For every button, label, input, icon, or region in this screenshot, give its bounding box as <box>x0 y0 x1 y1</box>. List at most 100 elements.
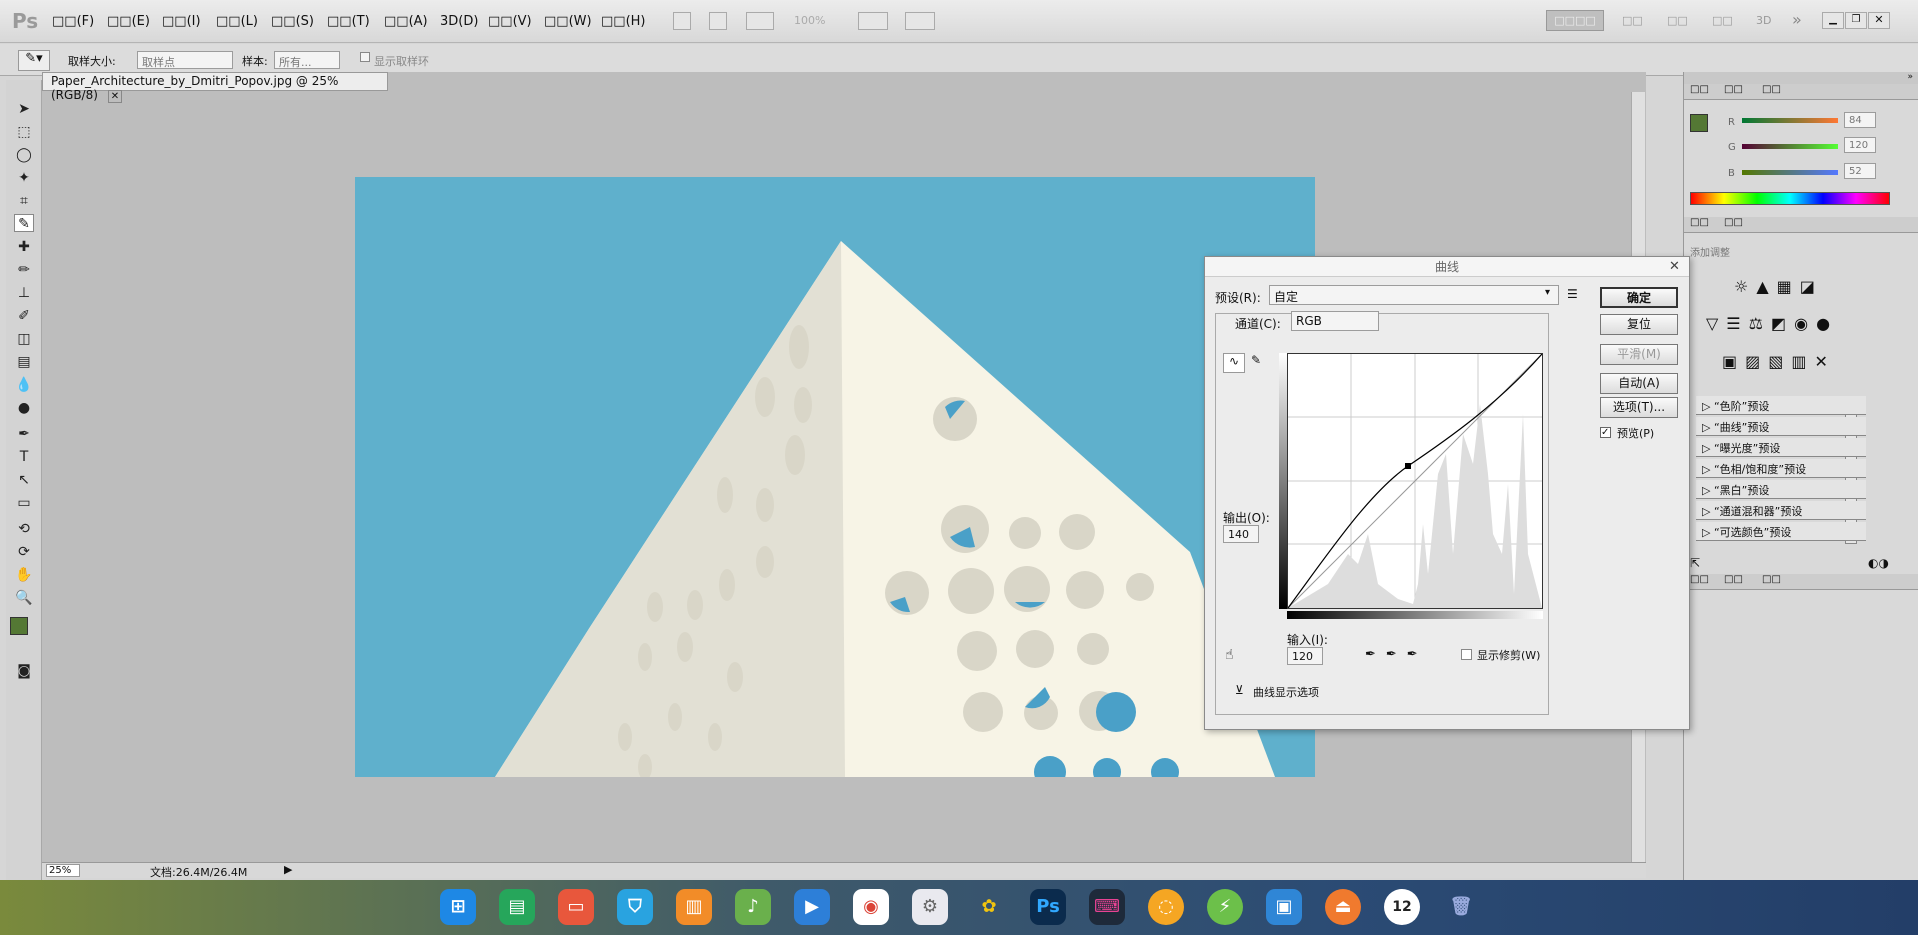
document-tab[interactable]: Paper_Architecture_by_Dmitri_Popov.jpg @… <box>42 72 388 103</box>
reset-button[interactable]: 复位 <box>1600 314 1678 335</box>
auto-button[interactable]: 自动(A) <box>1600 373 1678 394</box>
quick-mask-icon[interactable]: ◙ <box>14 662 34 680</box>
history-brush-icon[interactable]: ✐ <box>14 307 34 325</box>
workspace-essentials[interactable]: □□□□ <box>1546 10 1604 31</box>
workspace-1[interactable]: □□ <box>1622 14 1643 27</box>
target-adjust-icon[interactable]: ☝ <box>1225 647 1234 663</box>
circle-app-icon[interactable]: ◌ <box>1148 889 1184 925</box>
tab-layers[interactable]: □□ <box>1690 574 1709 585</box>
input-field[interactable]: 120 <box>1287 647 1323 665</box>
foreground-color-swatch[interactable] <box>10 617 28 635</box>
move-tool-icon[interactable]: ➤ <box>14 100 34 118</box>
ok-button[interactable]: 确定 <box>1600 287 1678 308</box>
expand-options-icon[interactable]: ⊻ <box>1235 683 1244 697</box>
photos-icon[interactable]: ✿ <box>971 889 1007 925</box>
channel-select[interactable]: RGB <box>1291 311 1379 331</box>
crop-tool-icon[interactable]: ⌗ <box>14 192 34 210</box>
pen-tool-icon[interactable]: ✒ <box>14 425 34 443</box>
path-select-icon[interactable]: ↖ <box>14 471 34 489</box>
preset-levels[interactable]: ▷ “色阶”预设 <box>1696 396 1866 415</box>
options-button[interactable]: 选项(T)... <box>1600 397 1678 418</box>
tab-masks[interactable]: □□ <box>1724 217 1743 228</box>
preset-curves[interactable]: ▷ “曲线”预设 <box>1696 417 1866 436</box>
output-field[interactable]: 140 <box>1223 525 1259 543</box>
power-app-icon[interactable]: ⚡ <box>1207 889 1243 925</box>
menu-edit[interactable]: □□(E) <box>107 14 150 29</box>
music-icon[interactable]: ♪ <box>735 889 771 925</box>
sample-select[interactable]: 所有... <box>274 51 340 69</box>
menu-file[interactable]: □□(F) <box>52 14 94 29</box>
brush-tool-icon[interactable]: ✏ <box>14 261 34 279</box>
tab-swatches[interactable]: □□ <box>1724 84 1743 95</box>
minibridge-icon[interactable] <box>709 12 727 30</box>
gradient-tool-icon[interactable]: ▤ <box>14 353 34 371</box>
screen-mode-icon[interactable] <box>905 12 935 30</box>
preset-selective-color[interactable]: ▷ “可选颜色”预设 <box>1696 522 1866 541</box>
arrange-documents-icon[interactable] <box>858 12 888 30</box>
adjust-icons-row3[interactable]: ▣▨▧▥✕ <box>1722 352 1836 371</box>
settings-icon[interactable]: ⚙ <box>912 889 948 925</box>
preset-options-icon[interactable]: ☰ <box>1567 287 1578 301</box>
blur-tool-icon[interactable]: 💧 <box>14 376 34 394</box>
r-value[interactable]: 84 <box>1844 112 1876 128</box>
fg-color-chip[interactable] <box>1690 114 1708 132</box>
preset-dropdown-icon[interactable]: ▾ <box>1545 287 1550 298</box>
menu-window[interactable]: □□(W) <box>544 14 592 29</box>
color-spectrum[interactable] <box>1690 192 1890 205</box>
preset-select[interactable]: 自定 <box>1269 285 1559 305</box>
menu-image[interactable]: □□(I) <box>162 14 201 29</box>
g-value[interactable]: 120 <box>1844 137 1876 153</box>
menu-view[interactable]: □□(V) <box>488 14 532 29</box>
chrome-icon[interactable]: ◉ <box>853 889 889 925</box>
smooth-button[interactable]: 平滑(M) <box>1600 344 1678 365</box>
b-value[interactable]: 52 <box>1844 163 1876 179</box>
trash-icon[interactable]: 🗑 <box>1443 889 1479 925</box>
stamp-tool-icon[interactable]: ⊥ <box>14 284 34 302</box>
type-tool-icon[interactable]: T <box>14 448 34 466</box>
lasso-tool-icon[interactable]: ◯ <box>14 146 34 164</box>
eraser-tool-icon[interactable]: ◫ <box>14 330 34 348</box>
show-ring-checkbox[interactable] <box>360 52 370 62</box>
files-icon[interactable]: ▤ <box>499 889 535 925</box>
launcher-icon[interactable]: ⊞ <box>440 889 476 925</box>
preset-channel-mixer[interactable]: ▷ “通道混和器”预设 <box>1696 501 1866 520</box>
eyedropper-preset-icon[interactable]: ✎▾ <box>18 50 50 71</box>
show-clipping-checkbox[interactable] <box>1461 649 1472 660</box>
store-icon[interactable]: ⛉ <box>617 889 653 925</box>
workspace-2[interactable]: □□ <box>1667 14 1688 27</box>
quick-select-tool-icon[interactable]: ✦ <box>14 169 34 187</box>
menu-3d[interactable]: 3D(D) <box>440 14 478 29</box>
preset-exposure[interactable]: ▷ “曝光度”预设 <box>1696 438 1866 457</box>
adjust-footer-icon[interactable]: ⇱ <box>1690 556 1700 570</box>
preset-hue-sat[interactable]: ▷ “色相/饱和度”预设 <box>1696 459 1866 478</box>
status-menu-arrow-icon[interactable]: ▶ <box>284 863 292 876</box>
tab-color[interactable]: □□ <box>1690 84 1709 95</box>
curve-pencil-tool-icon[interactable]: ✎ <box>1247 353 1265 373</box>
slides-icon[interactable]: ▭ <box>558 889 594 925</box>
menu-filter[interactable]: □□(T) <box>327 14 370 29</box>
workspace-3[interactable]: □□ <box>1712 14 1733 27</box>
b-slider[interactable] <box>1742 170 1838 175</box>
menu-layer[interactable]: □□(L) <box>216 14 258 29</box>
menu-help[interactable]: □□(H) <box>601 14 645 29</box>
preview-checkbox[interactable]: ✓ <box>1600 427 1611 438</box>
close-button[interactable]: ✕ <box>1868 12 1890 29</box>
g-slider[interactable] <box>1742 144 1838 149</box>
more-workspaces-icon[interactable]: » <box>1792 10 1802 29</box>
menu-select[interactable]: □□(S) <box>271 14 314 29</box>
clock-icon[interactable]: 12 <box>1384 889 1420 925</box>
tab-adjustments[interactable]: □□ <box>1690 217 1709 228</box>
preset-bw[interactable]: ▷ “黑白”预设 <box>1696 480 1866 499</box>
tab-styles[interactable]: □□ <box>1762 84 1781 95</box>
panel-collapse-icon[interactable]: » <box>1684 72 1918 84</box>
minimize-button[interactable]: ▁ <box>1822 12 1844 29</box>
3d-rotate-icon[interactable]: ⟲ <box>14 520 34 538</box>
photoshop-icon[interactable]: Ps <box>1030 889 1066 925</box>
docs-icon[interactable]: ▣ <box>1266 889 1302 925</box>
adjust-footer-icon-2[interactable]: ◐◑ <box>1868 556 1889 570</box>
bridge-icon[interactable] <box>673 12 691 30</box>
workspace-3d[interactable]: 3D <box>1756 14 1771 27</box>
tab-channels[interactable]: □□ <box>1724 574 1743 585</box>
3d-orbit-icon[interactable]: ⟳ <box>14 543 34 561</box>
close-tab-icon[interactable]: ✕ <box>107 90 123 103</box>
